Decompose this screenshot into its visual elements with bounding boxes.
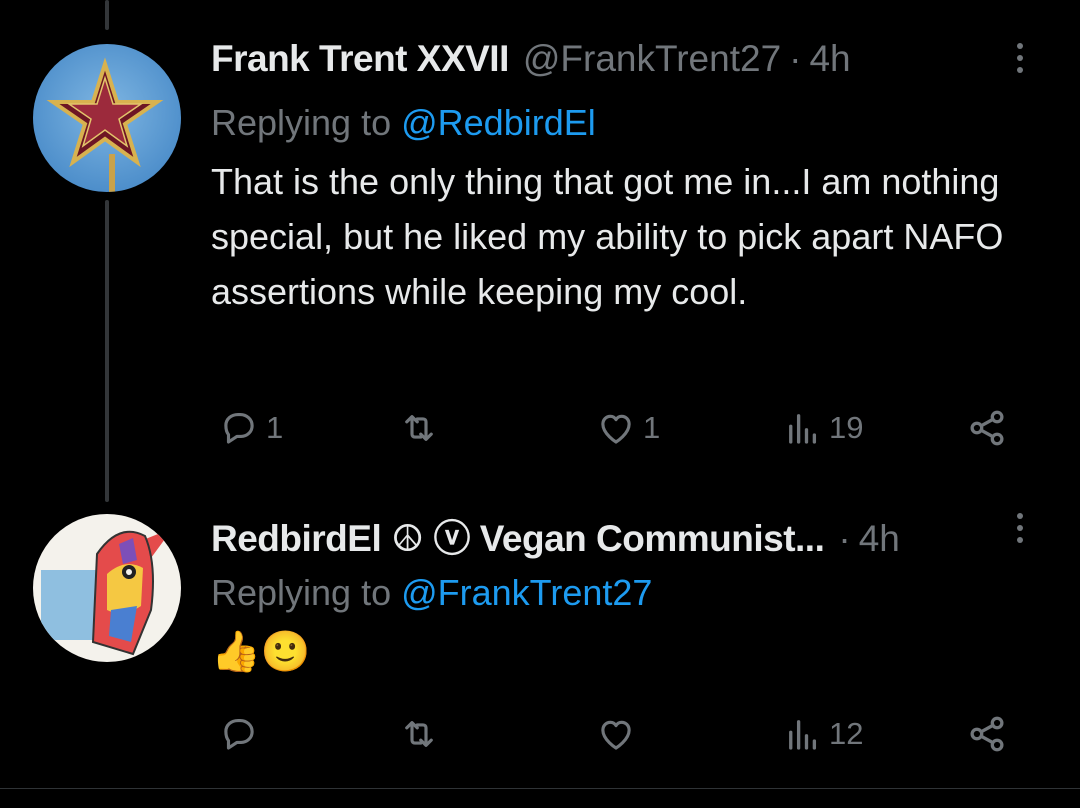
divider (0, 788, 1080, 789)
replying-to: Replying to @FrankTrent27 (211, 564, 1040, 622)
avatar[interactable] (33, 44, 181, 192)
reply-icon (224, 718, 254, 750)
separator-dot: · (838, 518, 851, 559)
views-button[interactable]: 19 (781, 398, 863, 458)
retweet-button[interactable] (396, 398, 446, 458)
display-name[interactable]: Frank Trent XXVII (211, 38, 509, 80)
replying-prefix: Replying to (211, 572, 402, 613)
retweet-icon (405, 721, 433, 747)
more-options-icon[interactable] (1000, 38, 1040, 78)
like-count: 1 (643, 410, 661, 445)
tweet-content: RedbirdEl ☮ ⓥ Vegan Communist... · 4h Re… (211, 508, 1040, 680)
bird-drawing-icon (33, 514, 181, 662)
timestamp[interactable]: 4h (859, 518, 900, 560)
views-icon (789, 414, 817, 444)
tweet[interactable]: Frank Trent XXVII @FrankTrent27 · 4h Rep… (0, 38, 1080, 488)
tweet-header: Frank Trent XXVII @FrankTrent27 · 4h (211, 38, 1040, 94)
view-count: 12 (829, 716, 864, 751)
avatar[interactable] (33, 514, 181, 662)
replying-to: Replying to @RedbirdEl (211, 94, 1040, 152)
more-options-icon[interactable] (1000, 508, 1040, 548)
share-icon (970, 410, 1004, 446)
reply-count: 1 (266, 410, 284, 445)
display-name[interactable]: RedbirdEl ☮ ⓥ Vegan Communist... (211, 508, 825, 562)
views-button[interactable]: 12 (781, 704, 863, 764)
tweet[interactable]: RedbirdEl ☮ ⓥ Vegan Communist... · 4h Re… (0, 508, 1080, 788)
timestamp[interactable]: 4h (809, 38, 850, 80)
retweet-button[interactable] (396, 704, 446, 764)
tweet-header: RedbirdEl ☮ ⓥ Vegan Communist... · 4h (211, 508, 1040, 564)
heart-icon (601, 720, 631, 750)
share-icon (970, 716, 1004, 752)
heart-icon (601, 414, 631, 444)
tweet-content: Frank Trent XXVII @FrankTrent27 · 4h Rep… (211, 38, 1040, 319)
like-button[interactable]: 1 (593, 398, 660, 458)
share-button[interactable] (965, 704, 1009, 764)
like-button[interactable] (593, 704, 643, 764)
tweet-text: That is the only thing that got me in...… (211, 161, 1004, 312)
separator-dot: · (789, 38, 802, 79)
tweet-text: 👍🙂 (211, 630, 311, 674)
reply-icon (224, 412, 254, 444)
reply-button[interactable] (216, 704, 266, 764)
tweet-actions: 1 1 19 (211, 398, 1041, 458)
view-count: 19 (829, 410, 864, 445)
retweet-icon (405, 415, 433, 441)
reply-button[interactable]: 1 (216, 398, 283, 458)
thread-line-top (105, 0, 109, 30)
replying-to-link[interactable]: @RedbirdEl (401, 102, 596, 143)
tweet-actions: 12 (211, 704, 1041, 764)
share-button[interactable] (965, 398, 1009, 458)
red-star-icon (33, 44, 181, 192)
replying-to-link[interactable]: @FrankTrent27 (401, 572, 652, 613)
views-icon (789, 720, 817, 750)
replying-prefix: Replying to (211, 102, 402, 143)
user-handle[interactable]: @FrankTrent27 (523, 38, 781, 80)
